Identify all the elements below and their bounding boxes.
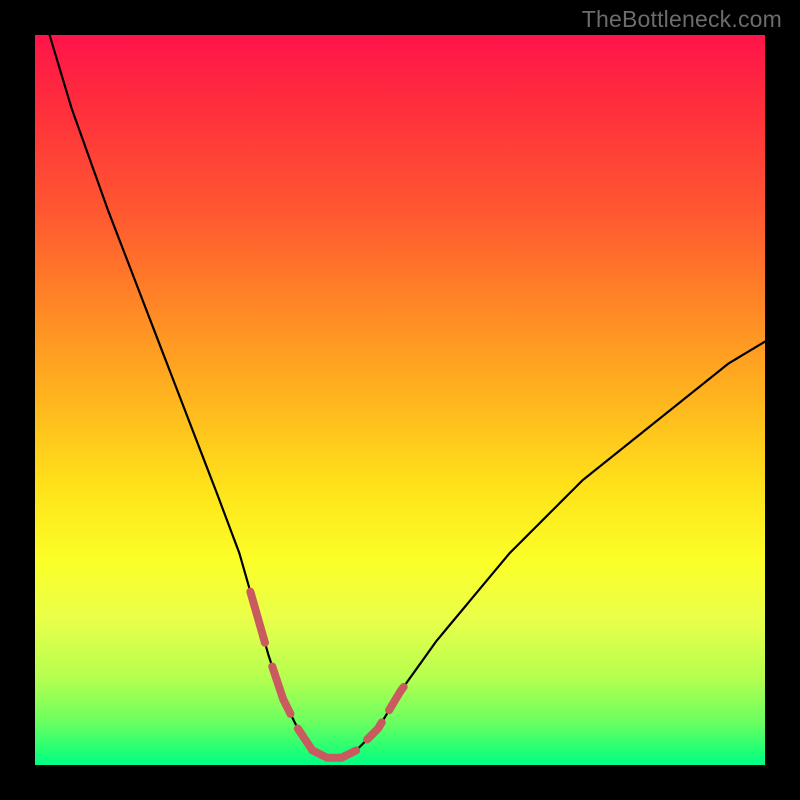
plot-area xyxy=(35,35,765,765)
dash-bottom xyxy=(298,729,356,758)
curve-svg xyxy=(35,35,765,765)
dash-right-lower xyxy=(367,722,382,739)
dash-left-upper xyxy=(250,592,265,643)
chart-frame: TheBottleneck.com xyxy=(0,0,800,800)
dash-right-upper xyxy=(389,687,404,710)
dash-left-lower xyxy=(272,666,290,713)
watermark-text: TheBottleneck.com xyxy=(582,6,782,33)
bottleneck-curve xyxy=(50,35,765,758)
